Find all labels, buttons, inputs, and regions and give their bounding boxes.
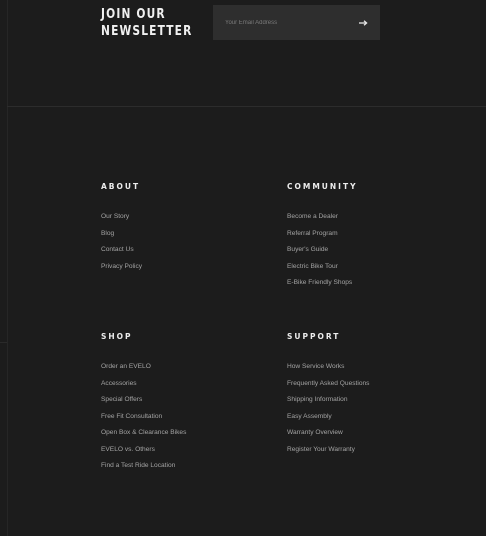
- left-divider: [7, 0, 8, 536]
- footer-link-item: Register Your Warranty: [287, 442, 369, 459]
- footer-link-item: Frequently Asked Questions: [287, 376, 369, 393]
- footer-link-item: Contact Us: [101, 242, 142, 259]
- link-list-shop: Order an EVELO Accessories Special Offers F…: [101, 359, 186, 475]
- footer-link[interactable]: Accessories: [101, 380, 137, 387]
- footer-link[interactable]: Contact Us: [101, 246, 134, 253]
- footer-link[interactable]: Our Story: [101, 213, 129, 220]
- link-list-about: Our Story Blog Contact Us Privacy Policy: [101, 209, 142, 275]
- footer-link-item: Order an EVELO: [101, 359, 186, 376]
- footer-link-item: Blog: [101, 226, 142, 243]
- link-list-community: Become a Dealer Referral Program Buyer's G…: [287, 209, 358, 292]
- footer-link[interactable]: Open Box & Clearance Bikes: [101, 429, 186, 436]
- section-divider: [7, 106, 486, 107]
- footer-link-item: Open Box & Clearance Bikes: [101, 425, 186, 442]
- email-input[interactable]: [213, 5, 353, 40]
- footer-link[interactable]: Referral Program: [287, 230, 338, 237]
- footer-link[interactable]: Special Offers: [101, 396, 142, 403]
- column-heading-shop: SHOP: [101, 332, 133, 341]
- link-list-support: How Service Works Frequently Asked Questi…: [287, 359, 369, 458]
- footer-link[interactable]: Blog: [101, 230, 114, 237]
- footer-link[interactable]: Find a Test Ride Location: [101, 462, 175, 469]
- footer-link-item: Privacy Policy: [101, 259, 142, 276]
- newsletter-submit-button[interactable]: [356, 16, 370, 29]
- newsletter-title-line2: NEWSLETTER: [101, 24, 193, 39]
- footer-link[interactable]: Warranty Overview: [287, 429, 343, 436]
- newsletter-title-line1: JOIN OUR: [101, 7, 166, 22]
- footer-link[interactable]: E-Bike Friendly Shops: [287, 279, 352, 286]
- column-heading-community: COMMUNITY: [287, 182, 358, 191]
- footer-link[interactable]: Order an EVELO: [101, 363, 151, 370]
- footer-link-item: Our Story: [101, 209, 142, 226]
- footer-link[interactable]: Privacy Policy: [101, 263, 142, 270]
- footer-link[interactable]: Buyer's Guide: [287, 246, 328, 253]
- footer-link[interactable]: Become a Dealer: [287, 213, 338, 220]
- footer-link[interactable]: How Service Works: [287, 363, 344, 370]
- footer-link-item: E-Bike Friendly Shops: [287, 275, 358, 292]
- footer-link-item: Easy Assembly: [287, 409, 369, 426]
- footer-link-item: Referral Program: [287, 226, 358, 243]
- column-heading-support: SUPPORT: [287, 332, 341, 341]
- newsletter-title: JOIN OUR NEWSLETTER: [101, 6, 192, 40]
- footer-link[interactable]: Frequently Asked Questions: [287, 380, 369, 387]
- footer-link[interactable]: Electric Bike Tour: [287, 263, 338, 270]
- footer-column-support: SUPPORT How Service Works Frequently Aske…: [287, 332, 369, 458]
- footer-link-item: Become a Dealer: [287, 209, 358, 226]
- footer-link-item: How Service Works: [287, 359, 369, 376]
- footer-link-item: Warranty Overview: [287, 425, 369, 442]
- footer-link-item: Free Fit Consultation: [101, 409, 186, 426]
- left-divider-tick: [0, 342, 7, 343]
- footer-link-item: Buyer's Guide: [287, 242, 358, 259]
- footer-link-item: EVELO vs. Others: [101, 442, 186, 459]
- footer-link-item: Electric Bike Tour: [287, 259, 358, 276]
- newsletter-form: [213, 5, 380, 40]
- footer-link[interactable]: EVELO vs. Others: [101, 446, 155, 453]
- footer-link[interactable]: Free Fit Consultation: [101, 413, 162, 420]
- footer-column-shop: SHOP Order an EVELO Accessories Special Of…: [101, 332, 186, 475]
- footer-column-about: ABOUT Our Story Blog Contact Us Privacy Pol…: [101, 182, 142, 275]
- footer-link[interactable]: Register Your Warranty: [287, 446, 355, 453]
- footer-link-item: Special Offers: [101, 392, 186, 409]
- footer-link-item: Find a Test Ride Location: [101, 458, 186, 475]
- arrow-right-icon: [358, 19, 368, 26]
- footer-link[interactable]: Easy Assembly: [287, 413, 332, 420]
- footer-link-item: Shipping Information: [287, 392, 369, 409]
- column-heading-about: ABOUT: [101, 182, 141, 191]
- footer-column-community: COMMUNITY Become a Dealer Referral Progra…: [287, 182, 358, 292]
- footer-link-item: Accessories: [101, 376, 186, 393]
- footer-link[interactable]: Shipping Information: [287, 396, 347, 403]
